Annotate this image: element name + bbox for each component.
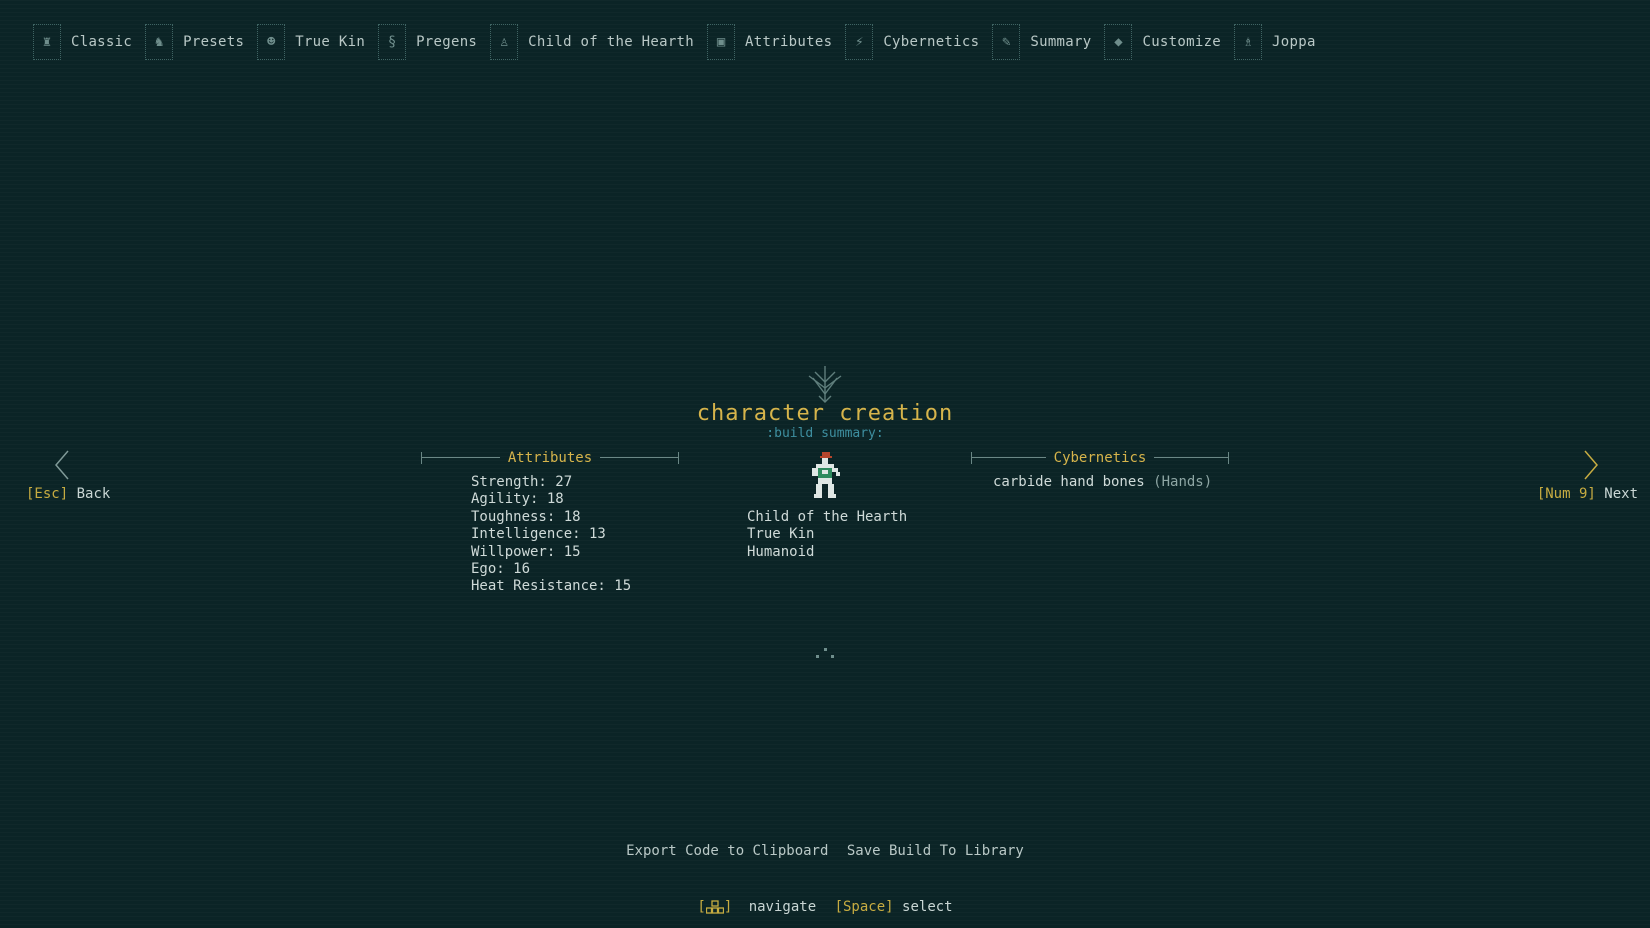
character-info: Child of the Hearth True Kin Humanoid	[747, 509, 907, 561]
space-key: [Space]	[834, 899, 894, 915]
attribute-heat-resistance: Heat Resistance: 15	[471, 578, 632, 595]
character-anatomy: Humanoid	[747, 543, 815, 560]
export-code-button[interactable]: Export Code to Clipboard	[626, 843, 828, 859]
navigate-hint: navigate	[748, 899, 817, 915]
cybernetic-slot: (Hands)	[1153, 474, 1213, 490]
attributes-list: Strength: 27 Agility: 18 Toughness: 18 I…	[471, 474, 631, 596]
back-label: [Esc] Back	[26, 486, 110, 502]
crumb-pregens[interactable]: § Pregens	[378, 24, 477, 60]
summary-icon: ✎	[992, 24, 1021, 60]
pad-bracket-close: ]	[723, 899, 733, 915]
attribute-toughness: Toughness: 18	[471, 508, 581, 525]
divider	[600, 452, 679, 464]
save-build-button[interactable]: Save Build To Library	[847, 843, 1024, 859]
crumb-label: Classic	[71, 34, 133, 50]
pregens-icon: §	[378, 24, 407, 60]
crumb-label: Joppa	[1272, 34, 1316, 50]
crumb-joppa[interactable]: ♗ Joppa	[1234, 24, 1316, 60]
attribute-ego: Ego: 16	[471, 561, 531, 578]
pad-bracket-open: [	[697, 899, 706, 915]
action-bar: Export Code to Clipboard Save Build To L…	[0, 843, 1650, 859]
divider	[1154, 452, 1229, 464]
loading-dots-icon	[816, 648, 834, 658]
divider	[971, 452, 1046, 464]
crumb-label: True Kin	[295, 34, 366, 50]
customize-icon: ◆	[1104, 24, 1133, 60]
page-title: character creation	[696, 401, 954, 426]
back-text: Back	[76, 486, 111, 502]
crumb-attributes[interactable]: ▣ Attributes	[707, 24, 832, 60]
sultan-emblem-icon	[808, 366, 842, 403]
next-label: [Num 9] Next	[1537, 486, 1638, 502]
classic-icon: ♜	[33, 24, 61, 60]
attributes-heading-text: Attributes	[507, 450, 593, 466]
crumb-cybernetics[interactable]: ⚡ Cybernetics	[845, 24, 979, 60]
true-kin-icon: ☻	[257, 24, 286, 60]
cybernetic-item: carbide hand bones (Hands)	[993, 474, 1212, 490]
attribute-intelligence: Intelligence: 13	[471, 526, 606, 543]
attributes-heading: Attributes	[421, 450, 679, 466]
crumb-label: Summary	[1030, 34, 1092, 50]
cybernetics-heading: Cybernetics	[971, 450, 1229, 466]
crumb-label: Attributes	[745, 34, 833, 50]
page-subtitle: :build summary:	[766, 426, 884, 441]
hearth-icon: ♙	[490, 24, 519, 60]
crumb-label: Customize	[1142, 34, 1222, 50]
cybernetic-name: carbide hand bones	[993, 474, 1145, 490]
next-text: Next	[1604, 486, 1638, 502]
esc-key: [Esc]	[26, 486, 69, 502]
character-sprite-icon	[812, 452, 840, 498]
attributes-icon: ▣	[707, 24, 736, 60]
crumb-label: Pregens	[416, 34, 478, 50]
select-hint: select	[902, 899, 953, 915]
crumb-classic[interactable]: ♜ Classic	[33, 24, 132, 60]
num9-key: [Num 9]	[1536, 486, 1596, 502]
chevron-right-icon	[1584, 450, 1598, 480]
attribute-strength: Strength: 27	[471, 474, 573, 490]
crumb-label: Presets	[183, 34, 245, 50]
crumb-summary[interactable]: ✎ Summary	[992, 24, 1091, 60]
control-hints: [ ] navigate [Space] select	[0, 899, 1650, 915]
cybernetics-heading-text: Cybernetics	[1053, 450, 1147, 466]
attribute-agility: Agility: 18	[471, 491, 564, 508]
attribute-willpower: Willpower: 15	[471, 543, 581, 560]
character-genotype: True Kin	[747, 526, 815, 543]
presets-icon: ♞	[145, 24, 174, 60]
divider	[421, 452, 500, 464]
dpad-icon	[705, 900, 724, 914]
crumb-label: Child of the Hearth	[528, 34, 695, 50]
crumb-label: Cybernetics	[883, 34, 980, 50]
cybernetics-icon: ⚡	[845, 24, 874, 60]
joppa-icon: ♗	[1234, 24, 1263, 60]
chevron-left-icon	[55, 450, 69, 480]
crumb-customize[interactable]: ◆ Customize	[1104, 24, 1221, 60]
breadcrumb: ♜ Classic ♞ Presets ☻ True Kin § Pregens…	[33, 22, 1329, 62]
character-calling: Child of the Hearth	[747, 509, 908, 525]
crumb-true-kin[interactable]: ☻ True Kin	[257, 24, 365, 60]
crumb-child-of-the-hearth[interactable]: ♙ Child of the Hearth	[490, 24, 694, 60]
crumb-presets[interactable]: ♞ Presets	[145, 24, 244, 60]
